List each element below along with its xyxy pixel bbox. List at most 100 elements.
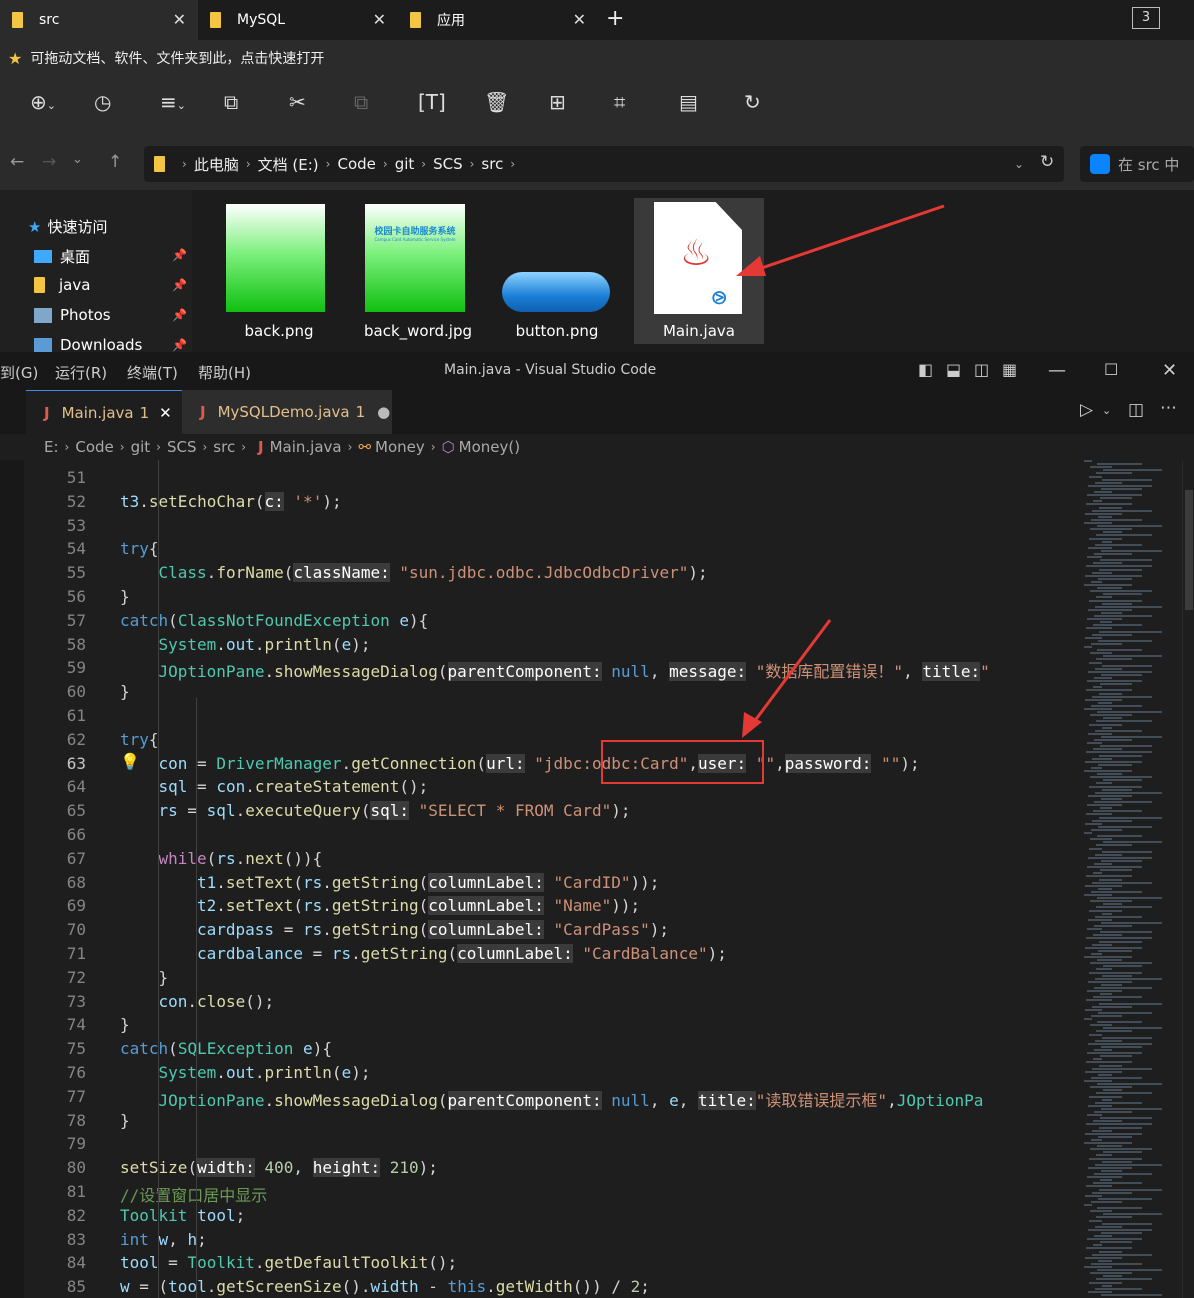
code-line[interactable]: 84 tool = Toolkit.getDefaultToolkit(); bbox=[24, 1253, 1074, 1277]
code-line[interactable]: 71 cardbalance = rs.getString(columnLabel… bbox=[24, 944, 1074, 968]
more-actions-icon[interactable]: ⋯ bbox=[1160, 398, 1177, 418]
breadcrumb-item[interactable]: 文档 (E:) bbox=[258, 154, 319, 175]
breadcrumb-item[interactable]: git bbox=[395, 155, 415, 173]
close-icon[interactable]: ✕ bbox=[373, 10, 386, 29]
code-line[interactable]: 64 sql = con.createStatement(); bbox=[24, 777, 1074, 801]
code-line[interactable]: 56} bbox=[24, 587, 1074, 611]
code-editor[interactable]: 51 52 t3.setEchoChar(c: '*'); 53 54 try{55 Cla… bbox=[24, 460, 1074, 1298]
cut-icon[interactable]: ✂ bbox=[289, 92, 306, 112]
split-editor-icon[interactable]: ◫ bbox=[1128, 400, 1144, 420]
breadcrumb-item[interactable]: Code bbox=[337, 155, 375, 173]
new-tab-button[interactable]: + bbox=[606, 6, 624, 31]
paste-icon[interactable]: ⧉ bbox=[354, 92, 368, 112]
minimap[interactable] bbox=[1080, 460, 1180, 1298]
search-input[interactable]: 在 src 中 bbox=[1080, 146, 1194, 182]
new-icon[interactable]: ⊕⌄ bbox=[30, 92, 56, 116]
breadcrumb-item[interactable]: SCS bbox=[167, 438, 197, 456]
code-line[interactable]: 54 try{ bbox=[24, 539, 1074, 563]
code-line[interactable]: 67 while(rs.next()){ bbox=[24, 849, 1074, 873]
code-line[interactable]: 57 catch(ClassNotFoundException e){ bbox=[24, 611, 1074, 635]
file-selected[interactable]: ♨ ⧁ Main.java bbox=[634, 198, 764, 344]
pin-icon[interactable]: 📌 bbox=[172, 278, 187, 292]
code-line[interactable]: 81 //设置窗口居中显示 bbox=[24, 1182, 1074, 1206]
code-line[interactable]: 78} bbox=[24, 1111, 1074, 1135]
nav-item-quick-access[interactable]: ★ 快速访问 bbox=[28, 216, 107, 237]
code-line[interactable]: 73 con.close(); bbox=[24, 992, 1074, 1016]
code-line[interactable]: 75 catch(SQLException e){ bbox=[24, 1039, 1074, 1063]
pin-icon[interactable]: 📌 bbox=[172, 308, 187, 322]
code-line[interactable]: 58 System.out.println(e); bbox=[24, 635, 1074, 659]
lightbulb-icon[interactable]: 💡 bbox=[120, 752, 140, 771]
breadcrumb[interactable]: › 此电脑 › 文档 (E:) › Code › git › SCS › src › ⌄ bbox=[144, 146, 1064, 182]
tab-src[interactable]: src ✕ bbox=[0, 0, 198, 40]
toggle-sidebar-icon[interactable]: ◧ bbox=[918, 360, 933, 379]
menu-go[interactable]: 到(G) bbox=[0, 362, 38, 383]
pin-icon[interactable]: 📌 bbox=[172, 338, 187, 352]
breadcrumb-item[interactable]: Main.java bbox=[270, 438, 342, 456]
chevron-down-icon[interactable]: ⌄ bbox=[72, 152, 83, 167]
tab-count-badge[interactable]: 3 bbox=[1132, 7, 1160, 29]
code-line[interactable]: 69 t2.setText(rs.getString(columnLabel: "… bbox=[24, 896, 1074, 920]
breadcrumb-item[interactable]: SCS bbox=[433, 155, 463, 173]
minimize-icon[interactable]: — bbox=[1048, 360, 1066, 381]
refresh-icon[interactable]: ↻ bbox=[1040, 152, 1054, 172]
properties-icon[interactable]: ▤ bbox=[679, 92, 698, 112]
view-icon[interactable]: ≡⌄ bbox=[160, 92, 186, 116]
code-line[interactable]: 51 bbox=[24, 468, 1074, 492]
code-line[interactable]: 77 JOptionPane.showMessageDialog(parentCo… bbox=[24, 1087, 1074, 1111]
nav-item-java[interactable]: java bbox=[34, 276, 90, 294]
vertical-scrollbar[interactable] bbox=[1182, 460, 1194, 1298]
breadcrumb-item[interactable]: Code bbox=[75, 438, 113, 456]
tab-apps[interactable]: 应用 ✕ bbox=[398, 0, 598, 40]
scrollbar-thumb[interactable] bbox=[1185, 490, 1193, 610]
file-name[interactable]: back.png bbox=[224, 322, 334, 340]
delete-icon[interactable]: 🗑 bbox=[484, 92, 509, 112]
code-line[interactable]: 52 t3.setEchoChar(c: '*'); bbox=[24, 491, 1074, 516]
code-line[interactable]: 65 rs = sql.executeQuery(sql: "SELECT * F… bbox=[24, 801, 1074, 825]
breadcrumb-item[interactable]: src bbox=[481, 155, 503, 173]
close-icon[interactable]: ✕ bbox=[159, 404, 172, 422]
maximize-icon[interactable]: ☐ bbox=[1104, 360, 1118, 379]
customize-layout-icon[interactable]: ▦ bbox=[1002, 360, 1017, 379]
code-line[interactable]: 70 cardpass = rs.getString(columnLabel: "… bbox=[24, 920, 1074, 944]
breadcrumb-item[interactable]: Money bbox=[375, 438, 425, 456]
chevron-down-icon[interactable]: ⌄ bbox=[1014, 157, 1024, 171]
toggle-panel-icon[interactable]: ⬓ bbox=[946, 360, 961, 379]
nav-item-desktop[interactable]: 桌面 bbox=[34, 246, 90, 267]
close-icon[interactable]: ✕ bbox=[1162, 360, 1177, 381]
code-line[interactable]: 68 t1.setText(rs.getString(columnLabel: "… bbox=[24, 872, 1074, 897]
sync-icon[interactable]: ↻ bbox=[744, 92, 761, 112]
breadcrumb-item[interactable]: Money() bbox=[459, 438, 520, 456]
run-icon[interactable]: ▷ bbox=[1080, 400, 1093, 420]
code-line[interactable]: 72} bbox=[24, 968, 1074, 992]
file-name[interactable]: button.png bbox=[502, 322, 612, 340]
file-thumbnail[interactable] bbox=[502, 272, 610, 312]
toggle-secondary-sidebar-icon[interactable]: ◫ bbox=[974, 360, 989, 379]
code-line[interactable]: 83 int w, h; bbox=[24, 1230, 1074, 1254]
tab-mysql[interactable]: MySQL ✕ bbox=[198, 0, 398, 40]
forward-icon[interactable]: → bbox=[42, 152, 56, 172]
code-line[interactable]: 60} bbox=[24, 682, 1074, 706]
breadcrumb-item[interactable]: 此电脑 bbox=[194, 154, 239, 175]
pin-icon[interactable]: 📌 bbox=[172, 248, 187, 262]
code-line[interactable]: 80 setSize(width: 400, height: 210); bbox=[24, 1158, 1074, 1182]
file-thumbnail[interactable] bbox=[226, 204, 325, 312]
code-line[interactable]: 79 bbox=[24, 1134, 1074, 1158]
close-icon[interactable]: ✕ bbox=[573, 10, 586, 29]
rename-icon[interactable]: [T] bbox=[418, 92, 446, 112]
copy-icon[interactable]: ⧉ bbox=[224, 92, 238, 112]
tab-main-java[interactable]: J Main.java 1 ✕ bbox=[26, 390, 182, 434]
breadcrumb-item[interactable]: E: bbox=[44, 438, 59, 456]
up-icon[interactable]: ↑ bbox=[108, 152, 122, 172]
menu-run[interactable]: 运行(R) bbox=[55, 362, 107, 383]
back-icon[interactable]: ← bbox=[10, 152, 24, 172]
menu-terminal[interactable]: 终端(T) bbox=[127, 362, 178, 383]
code-line[interactable]: 53 bbox=[24, 516, 1074, 540]
code-line[interactable]: 74} bbox=[24, 1015, 1074, 1039]
tab-mysqldemo-java[interactable]: J MySQLDemo.java 1 ● bbox=[182, 390, 392, 434]
menu-help[interactable]: 帮助(H) bbox=[198, 362, 251, 383]
breadcrumb-item[interactable]: src bbox=[213, 438, 235, 456]
history-icon[interactable]: ◷ bbox=[94, 92, 111, 112]
close-icon[interactable]: ✕ bbox=[173, 10, 186, 29]
breadcrumb-item[interactable]: git bbox=[131, 438, 151, 456]
